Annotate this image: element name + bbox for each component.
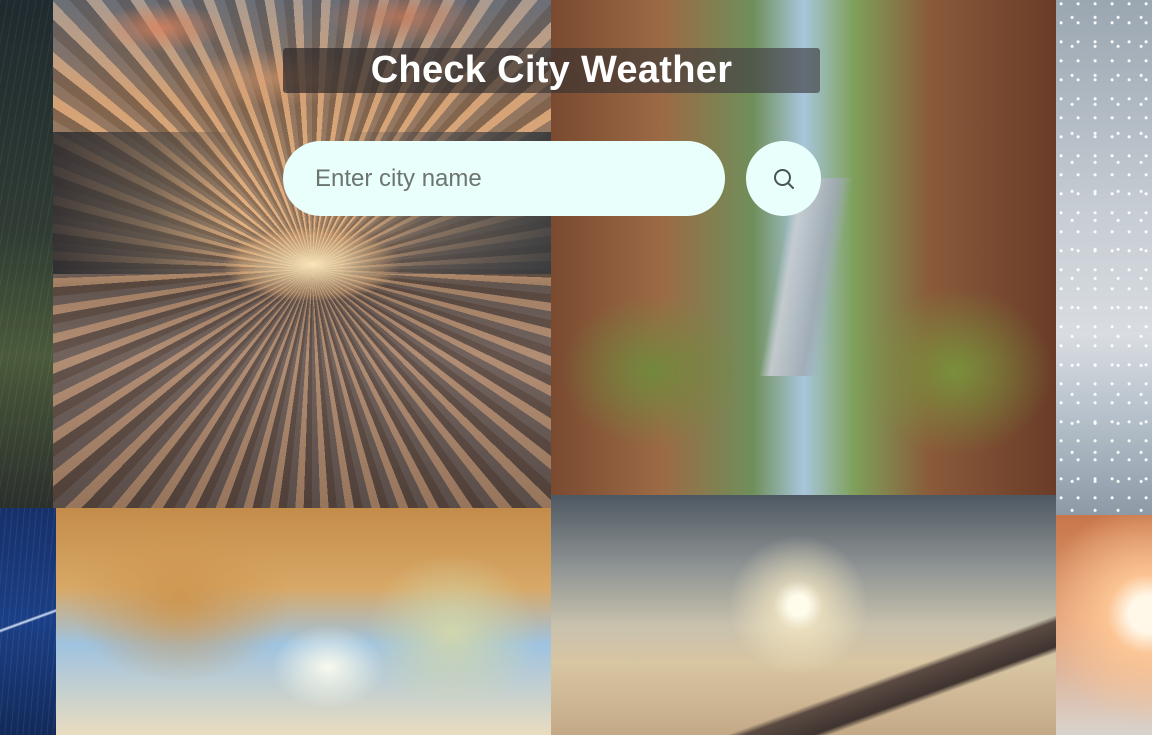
rain-tile-image	[0, 0, 53, 508]
autumn-trees-tile-image	[56, 508, 551, 735]
sun-burst-tile-image	[1056, 515, 1152, 735]
city-search-input[interactable]	[283, 141, 725, 216]
background-image-grid	[0, 0, 1152, 735]
search-icon	[772, 167, 796, 191]
page-title: Check City Weather	[370, 49, 733, 91]
title-banner: Check City Weather	[283, 48, 820, 93]
snow-tile-image	[1056, 0, 1152, 515]
search-button[interactable]	[746, 141, 821, 216]
desert-tile-image	[551, 495, 1056, 735]
lightning-tile-image	[0, 508, 56, 735]
